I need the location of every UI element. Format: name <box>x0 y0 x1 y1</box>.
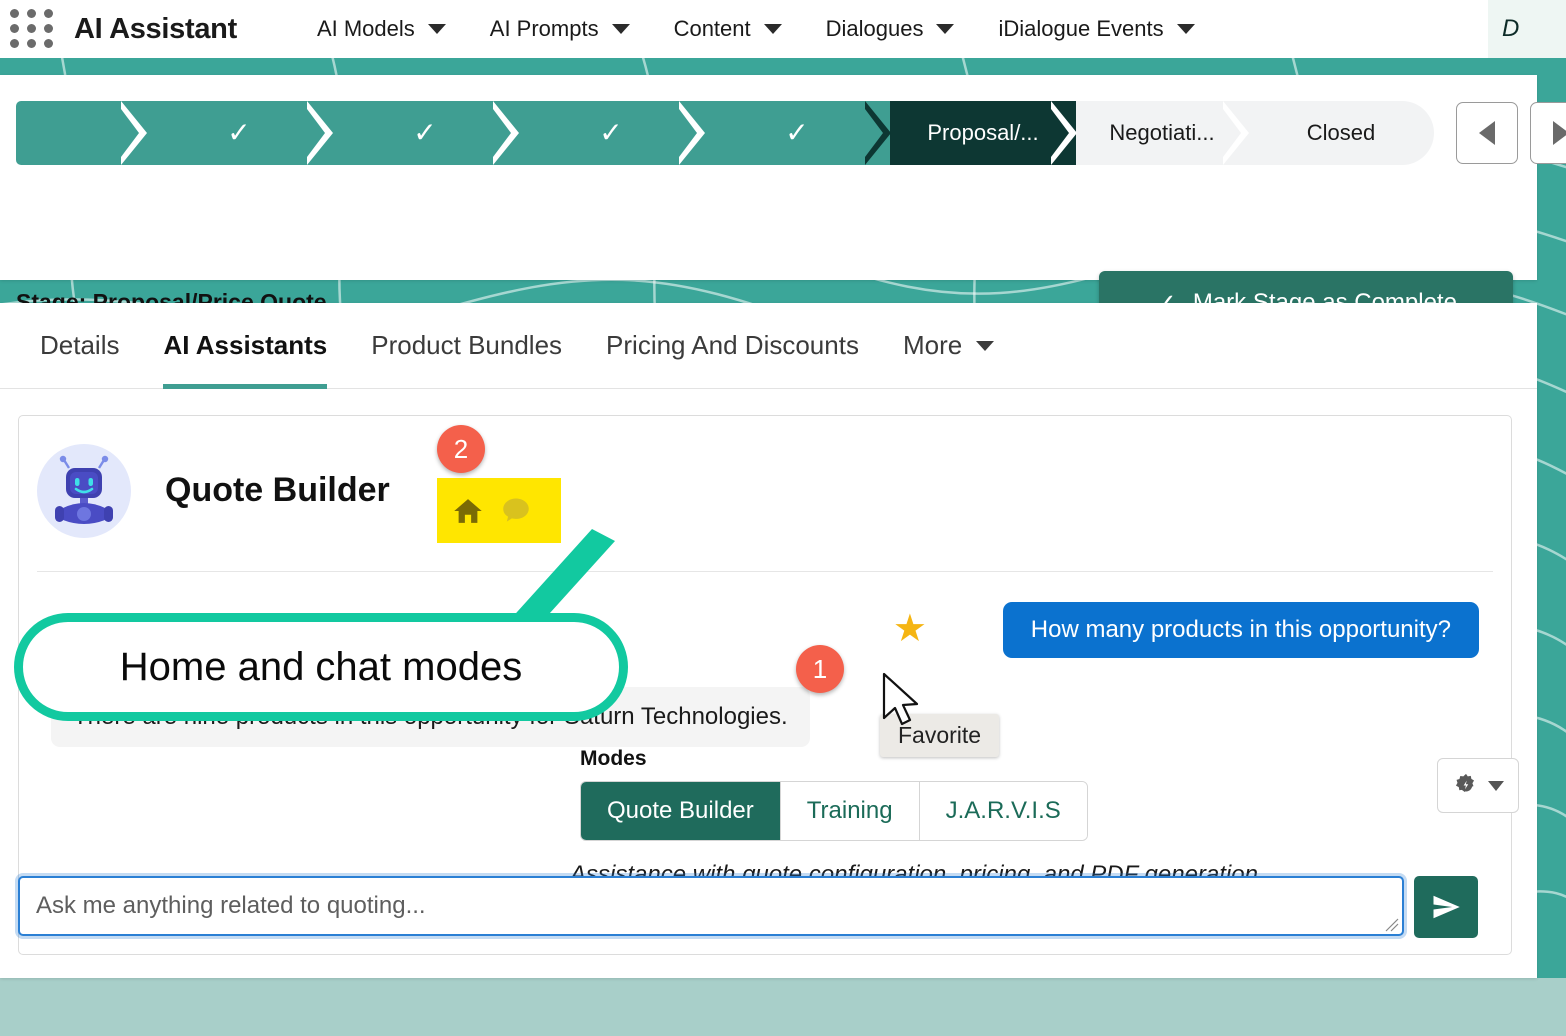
modes-toggle-group: Quote Builder Training J.A.R.V.I.S <box>580 781 1088 841</box>
tab-label: AI Assistants <box>163 330 328 360</box>
tab-label: Details <box>40 330 120 360</box>
tab-label: Product Bundles <box>371 330 563 360</box>
nav-item-label: iDialogue Events <box>998 16 1164 41</box>
stage-prev-button[interactable] <box>1456 102 1518 164</box>
stage-segment-proposal[interactable]: Proposal/... <box>890 101 1077 165</box>
stage-segment-2[interactable]: ✓ <box>146 101 333 165</box>
tab-ai-assistants[interactable]: AI Assistants <box>141 303 349 389</box>
nav-item-ai-prompts[interactable]: AI Prompts <box>468 16 652 42</box>
nav-overflow-tab[interactable]: * D <box>1488 0 1566 58</box>
nav-item-content[interactable]: Content <box>652 16 804 42</box>
tab-label: Pricing And Discounts <box>606 330 859 360</box>
star-icon[interactable]: ★ <box>893 610 927 648</box>
tab-product-bundles[interactable]: Product Bundles <box>349 303 584 389</box>
check-icon: ✓ <box>413 117 437 148</box>
stage-nav-buttons <box>1456 102 1566 164</box>
chevron-down-icon <box>763 24 782 34</box>
nav-item-label: AI Models <box>316 16 415 41</box>
triangle-left-icon <box>1479 121 1495 145</box>
stage-path: ✓ ✓ ✓ ✓ Proposal/... Negotiati... Closed <box>16 101 1434 165</box>
app-title: AI Assistant <box>74 12 237 45</box>
mode-quote-builder[interactable]: Quote Builder <box>581 782 781 840</box>
send-button[interactable] <box>1414 876 1478 938</box>
tab-bar: Details AI Assistants Product Bundles Pr… <box>0 303 1537 389</box>
nav-item-idialogue-events[interactable]: iDialogue Events <box>976 16 1216 42</box>
stage-path-card: ✓ ✓ ✓ ✓ Proposal/... Negotiati... Closed… <box>0 75 1566 335</box>
gear-bolt-icon <box>1455 773 1475 792</box>
annotation-badge-1: 1 <box>796 645 844 693</box>
chevron-down-icon <box>427 24 446 34</box>
bottom-background-strip <box>0 978 1566 1036</box>
chevron-down-icon <box>936 24 955 34</box>
triangle-right-icon <box>1553 121 1566 145</box>
tab-details[interactable]: Details <box>18 303 141 389</box>
stage-segment-5[interactable]: ✓ <box>704 101 891 165</box>
stage-next-button[interactable] <box>1530 102 1566 164</box>
assistant-header: Quote Builder <box>19 416 1511 571</box>
stage-path-row: ✓ ✓ ✓ ✓ Proposal/... Negotiati... Closed <box>16 101 1566 165</box>
stage-segment-closed[interactable]: Closed <box>1248 101 1434 165</box>
annotation-callout-text: Home and chat modes <box>119 644 523 689</box>
top-navigation-bar: AI Assistant AI Models AI Prompts Conten… <box>0 0 1566 58</box>
chevron-down-icon <box>611 24 630 34</box>
check-icon: ✓ <box>227 117 251 148</box>
check-icon: ✓ <box>785 117 809 148</box>
chat-input-wrapper <box>18 876 1404 936</box>
robot-avatar-icon <box>37 444 131 538</box>
stage-segment-3[interactable]: ✓ <box>332 101 519 165</box>
nav-item-label: Content <box>673 16 751 41</box>
favorite-tooltip: Favorite <box>880 714 1000 757</box>
nav-menu: AI Models AI Prompts Content Dialogues i… <box>295 16 1217 42</box>
stage-segment-label: Proposal/... <box>927 120 1039 145</box>
assistant-name: Quote Builder <box>165 471 390 509</box>
assistant-settings-button[interactable] <box>1437 758 1519 813</box>
chevron-down-icon <box>1176 24 1195 34</box>
nav-overflow-label: D <box>1502 15 1520 42</box>
tab-more[interactable]: More <box>881 303 1016 389</box>
tab-pricing-and-discounts[interactable]: Pricing And Discounts <box>584 303 881 389</box>
nav-item-dialogues[interactable]: Dialogues <box>804 16 977 42</box>
tab-label: More <box>902 330 963 360</box>
nav-item-label: Dialogues <box>825 16 924 41</box>
caret-down-icon <box>1488 780 1504 791</box>
annotation-callout: Home and chat modes <box>14 613 628 721</box>
nav-item-label: AI Prompts <box>489 16 599 41</box>
chat-input-row <box>18 876 1478 938</box>
stage-segment-label: Negotiati... <box>1109 120 1215 145</box>
chat-bubble-icon[interactable] <box>499 494 533 528</box>
suggested-question-button[interactable]: How many products in this opportunity? <box>1002 602 1479 658</box>
home-icon[interactable] <box>453 496 483 526</box>
stage-segment-label: Closed <box>1306 120 1376 145</box>
nav-item-ai-models[interactable]: AI Models <box>295 16 468 42</box>
chevron-down-icon <box>976 340 995 351</box>
stage-segment-4[interactable]: ✓ <box>518 101 705 165</box>
check-icon: ✓ <box>599 117 623 148</box>
stage-segment-1[interactable] <box>16 101 147 165</box>
apps-grid-icon[interactable] <box>10 9 56 49</box>
mode-training[interactable]: Training <box>780 782 920 840</box>
mode-jarvis[interactable]: J.A.R.V.I.S <box>919 782 1087 840</box>
send-arrow-icon <box>1433 895 1460 919</box>
annotation-badge-2: 2 <box>437 425 485 473</box>
modes-label: Modes <box>580 747 647 770</box>
chat-input[interactable] <box>20 878 1402 934</box>
stage-segment-negotiation[interactable]: Negotiati... <box>1076 101 1249 165</box>
